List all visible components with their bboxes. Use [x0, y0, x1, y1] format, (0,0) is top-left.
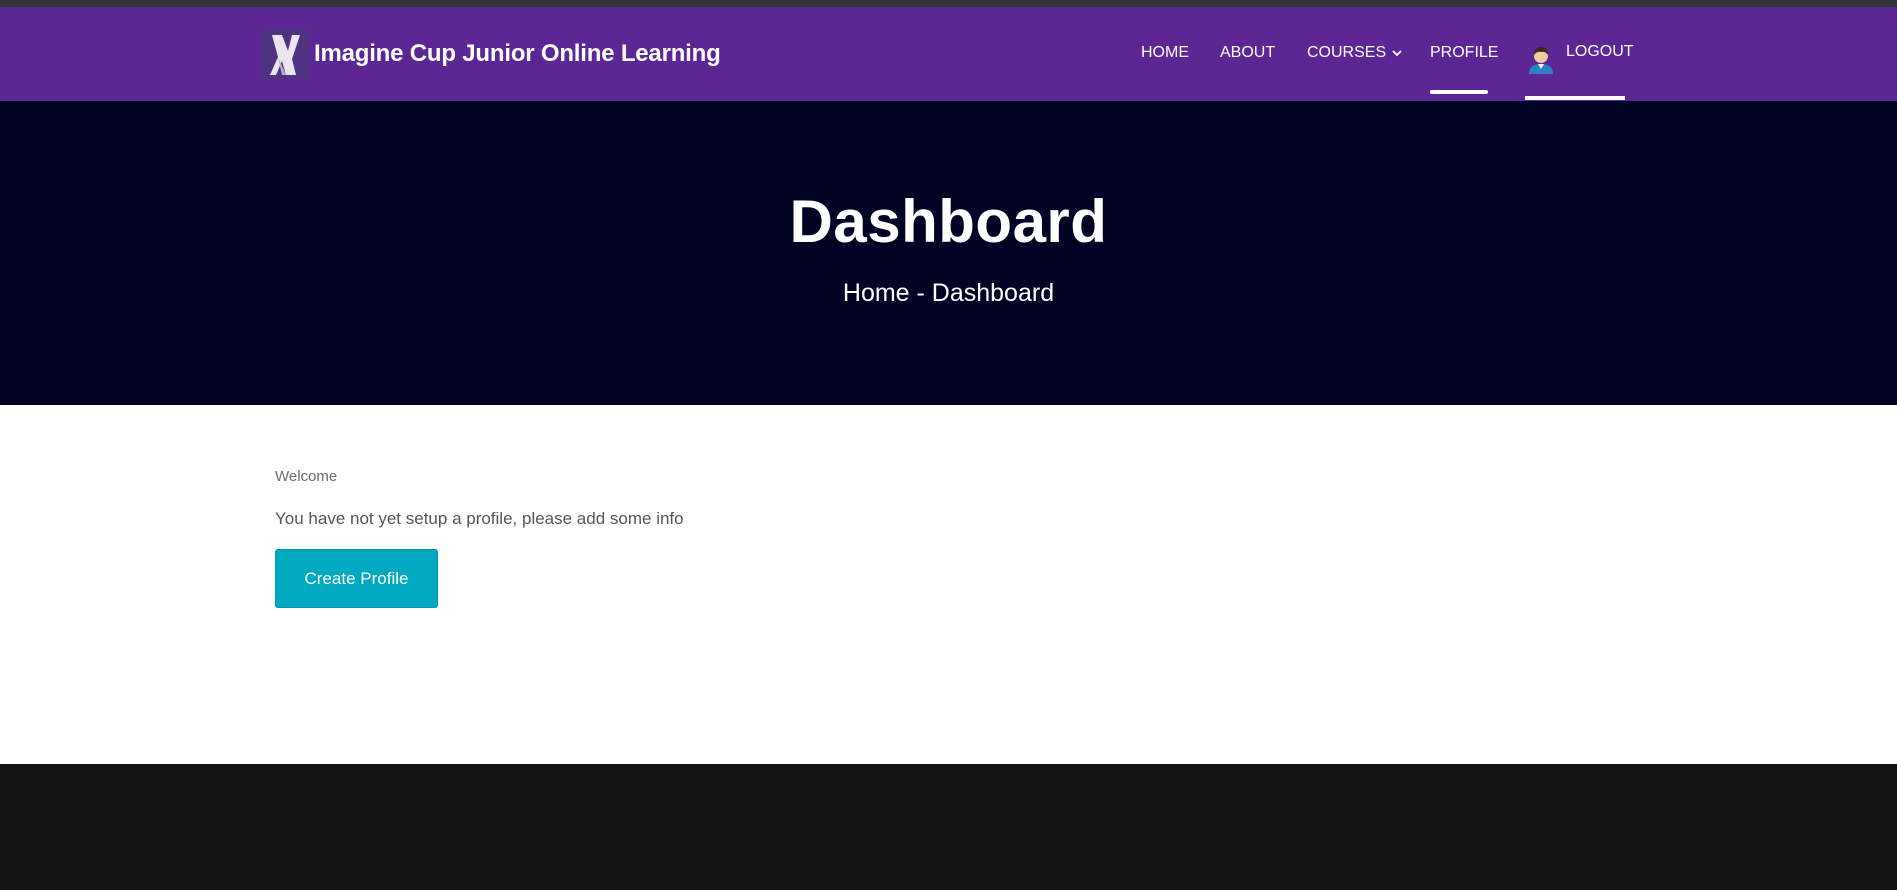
nav-profile[interactable]: PROFILE — [1430, 44, 1498, 62]
logout-indicator — [1525, 96, 1625, 100]
brand[interactable]: Imagine Cup Junior Online Learning — [262, 29, 721, 79]
profile-active-indicator — [1430, 90, 1488, 94]
nav-courses-label: COURSES — [1307, 44, 1387, 62]
user-avatar-icon[interactable] — [1526, 44, 1556, 74]
nav-logout[interactable]: LOGOUT — [1566, 43, 1634, 61]
nav-courses[interactable]: COURSES — [1307, 44, 1402, 62]
brand-name: Imagine Cup Junior Online Learning — [314, 40, 721, 67]
create-profile-button[interactable]: Create Profile — [275, 549, 438, 608]
nav-home[interactable]: HOME — [1141, 44, 1189, 62]
logo-icon — [262, 29, 310, 79]
navbar: Imagine Cup Junior Online Learning HOME … — [0, 7, 1897, 101]
page-title: Dashboard — [789, 188, 1108, 255]
top-strip — [0, 0, 1897, 7]
footer — [0, 764, 1897, 890]
welcome-text: Welcome — [275, 468, 338, 485]
breadcrumb: Home - Dashboard — [842, 279, 1055, 307]
chevron-down-icon — [1392, 44, 1402, 62]
nav-about[interactable]: ABOUT — [1220, 44, 1275, 62]
profile-info-text: You have not yet setup a profile, please… — [275, 509, 684, 528]
hero-banner: Dashboard Home - Dashboard — [0, 101, 1897, 405]
